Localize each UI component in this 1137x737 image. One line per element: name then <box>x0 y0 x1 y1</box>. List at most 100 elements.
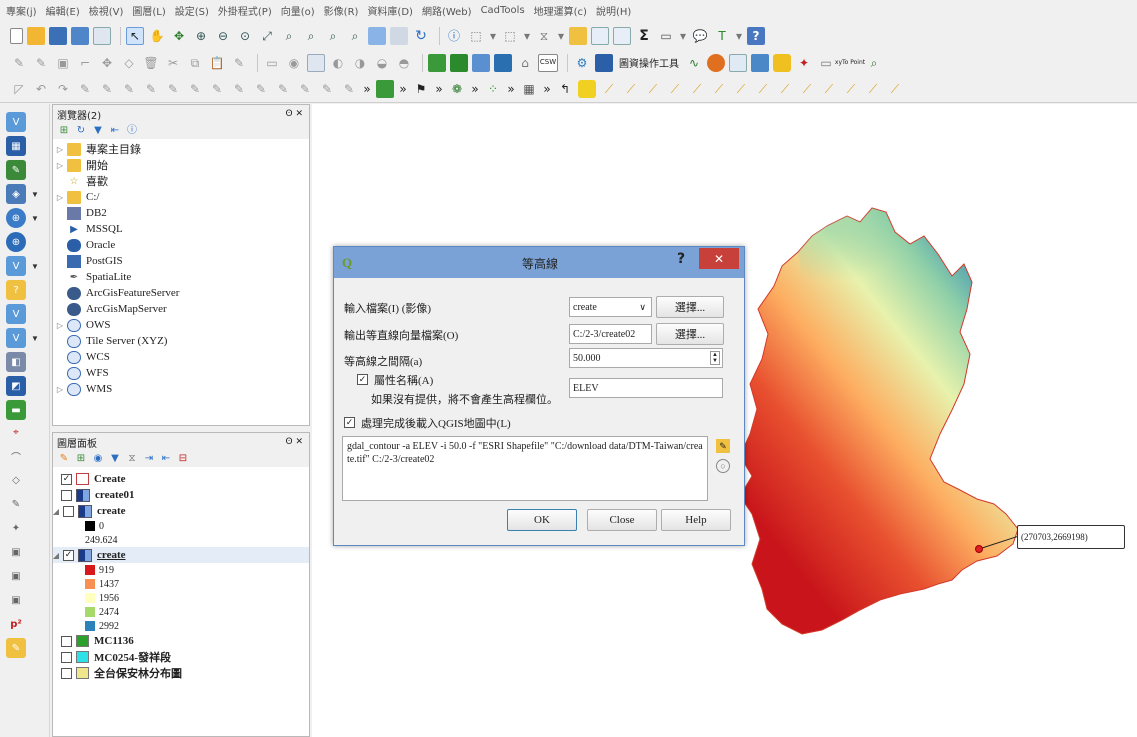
identify-icon[interactable]: ⓘ <box>445 27 463 45</box>
toggle-editing-icon[interactable]: ✎ <box>10 54 28 72</box>
remove-layer-icon[interactable]: ⊟ <box>176 453 190 465</box>
menu-item[interactable]: 設定(S) <box>175 3 209 18</box>
expand-arrow-icon[interactable]: ▷ <box>55 321 65 330</box>
text-annotation-icon[interactable]: T <box>713 27 731 45</box>
browser-item[interactable]: ☆ 喜歡 <box>55 173 309 189</box>
grid-tool-icon[interactable] <box>729 53 747 72</box>
menu-item[interactable]: 圖層(L) <box>132 3 165 18</box>
browser-item[interactable]: ▷ OWS <box>55 317 309 333</box>
table-grid-icon[interactable]: ▦ <box>520 80 538 98</box>
geo-tool-4-icon[interactable]: ⟋ <box>666 80 684 98</box>
edit-attributes-icon[interactable]: ✦ <box>6 518 26 538</box>
layer-checkbox[interactable] <box>63 505 74 517</box>
print-composer-icon[interactable] <box>93 26 111 45</box>
menu-item[interactable]: 影像(R) <box>324 3 359 18</box>
copy-features-icon[interactable]: ⧉ <box>186 54 204 72</box>
browser-item[interactable]: Oracle <box>55 237 309 253</box>
csw-icon[interactable]: CSW <box>538 53 558 72</box>
geo-tool-10-icon[interactable]: ⟋ <box>798 80 816 98</box>
move-label-icon[interactable]: ◐ <box>329 54 347 72</box>
expand-arrow-icon[interactable]: ▷ <box>55 193 65 202</box>
layer-item[interactable]: ◢ create <box>53 503 309 519</box>
map-tips-icon[interactable]: 💬 <box>691 27 709 45</box>
add-wms-icon[interactable]: ⌂ <box>516 54 534 72</box>
attribute-table-icon[interactable] <box>591 26 609 45</box>
zoom-next-icon[interactable]: ⌕ <box>346 27 364 45</box>
select-features-icon[interactable]: ⬚ <box>467 27 485 45</box>
more-arrow-icon[interactable]: » <box>398 80 408 98</box>
add-oracle-icon[interactable]: ◩ <box>6 376 26 396</box>
filter-icon[interactable]: ⧖ <box>535 27 553 45</box>
geo-tool-11-icon[interactable]: ⟋ <box>820 80 838 98</box>
load-map-checkbox[interactable]: ✓ <box>344 417 355 428</box>
rotate-label-icon[interactable]: ◑ <box>351 54 369 72</box>
label-tool-icon[interactable]: ▭ <box>263 54 281 72</box>
notes-icon[interactable]: ✎ <box>6 638 26 658</box>
browser-item[interactable]: ▷ C:/ <box>55 189 309 205</box>
deselect-dropdown-icon[interactable]: ▾ <box>523 27 531 45</box>
geo-tool-8-icon[interactable]: ⟋ <box>754 80 772 98</box>
sum-icon[interactable]: Σ <box>635 27 653 45</box>
pan-to-selection-icon[interactable]: ✥ <box>170 27 188 45</box>
menu-item[interactable]: CadTools <box>481 5 525 16</box>
edit-pencil-icon[interactable]: ✎ <box>32 54 50 72</box>
curved-arrow-icon[interactable]: ↰ <box>556 80 574 98</box>
curve-tool-icon[interactable]: ∿ <box>685 54 703 72</box>
more-arrow-icon[interactable]: » <box>470 80 480 98</box>
statistics-icon[interactable] <box>613 26 631 45</box>
geo-tool-3-icon[interactable]: ⟋ <box>644 80 662 98</box>
properties-icon[interactable]: ⓘ <box>125 125 139 137</box>
save-project-icon[interactable] <box>49 26 67 45</box>
layer-checkbox[interactable] <box>61 635 72 647</box>
digitize-8-icon[interactable]: ✎ <box>230 80 248 98</box>
layer-checkbox[interactable] <box>61 651 72 663</box>
add-raster-layer-icon[interactable]: ▦ <box>6 136 26 156</box>
search-plugin-icon[interactable]: ⌕ <box>865 54 883 72</box>
digitize-11-icon[interactable]: ✎ <box>296 80 314 98</box>
digitize-6-icon[interactable]: ✎ <box>186 80 204 98</box>
zoom-native-icon[interactable]: ⊙ <box>236 27 254 45</box>
add-vector-layer-icon[interactable]: V <box>6 112 26 132</box>
filter-legend-icon[interactable]: ▼ <box>108 453 122 465</box>
pin-labels-icon[interactable]: ◉ <box>285 54 303 72</box>
zoom-last-icon[interactable]: ⌕ <box>324 27 342 45</box>
browser-item[interactable]: ▷ 專案主目錄 <box>55 141 309 157</box>
pan-icon[interactable]: ✋ <box>148 27 166 45</box>
change-label-icon[interactable]: ◒ <box>373 54 391 72</box>
delete-selected-icon[interactable]: 🗑 <box>142 54 160 72</box>
network-icon[interactable]: ❁ <box>448 80 466 98</box>
geo-tool-2-icon[interactable]: ⟋ <box>622 80 640 98</box>
add-wcs-layer-icon[interactable]: ⊕ <box>6 232 26 252</box>
show-labels-icon[interactable] <box>307 53 325 72</box>
browser-item[interactable]: WCS <box>55 349 309 365</box>
filter-icon[interactable]: ▼ <box>91 125 105 137</box>
collapse-all-icon[interactable]: ⇤ <box>108 125 122 137</box>
processing-icon[interactable] <box>707 53 725 72</box>
spinner-arrows-icon[interactable]: ▲ ▼ <box>710 351 720 365</box>
cut-features-icon[interactable]: ✂ <box>164 54 182 72</box>
geo-tool-9-icon[interactable]: ⟋ <box>776 80 794 98</box>
label-settings-icon[interactable]: ◓ <box>395 54 413 72</box>
menu-item[interactable]: 網路(Web) <box>422 3 472 18</box>
edit-command-icon[interactable]: ✎ <box>716 439 730 453</box>
close-button[interactable]: Close <box>587 509 657 531</box>
layer-item[interactable]: MC0254-發祥段 <box>61 649 309 665</box>
digitize-point-icon[interactable]: ⌖ <box>6 422 26 442</box>
p2-icon[interactable]: p² <box>6 614 26 634</box>
digitize-3-icon[interactable]: ✎ <box>120 80 138 98</box>
vertex-tool-icon[interactable]: ✎ <box>6 494 26 514</box>
layer-checkbox[interactable]: ✓ <box>61 473 72 485</box>
digitize-10-icon[interactable]: ✎ <box>274 80 292 98</box>
eye-icon[interactable]: ◉ <box>91 453 105 465</box>
panel-close-icon[interactable]: ʘ ✕ <box>286 109 304 119</box>
interval-spinbox[interactable]: 50.000 ▲ ▼ <box>569 348 723 368</box>
browser-item[interactable]: ✒ SpatiaLite <box>55 269 309 285</box>
add-layer-icon[interactable] <box>472 53 490 72</box>
add-db2-icon[interactable]: ◧ <box>6 352 26 372</box>
digitize-4-icon[interactable]: ✎ <box>142 80 160 98</box>
add-virtual-layer-icon[interactable]: ? <box>6 280 26 300</box>
browser-item[interactable]: ArcGisMapServer <box>55 301 309 317</box>
table-tool-icon[interactable] <box>595 53 613 72</box>
add-raster-icon[interactable] <box>428 53 446 72</box>
more-arrow-icon[interactable]: » <box>362 80 372 98</box>
